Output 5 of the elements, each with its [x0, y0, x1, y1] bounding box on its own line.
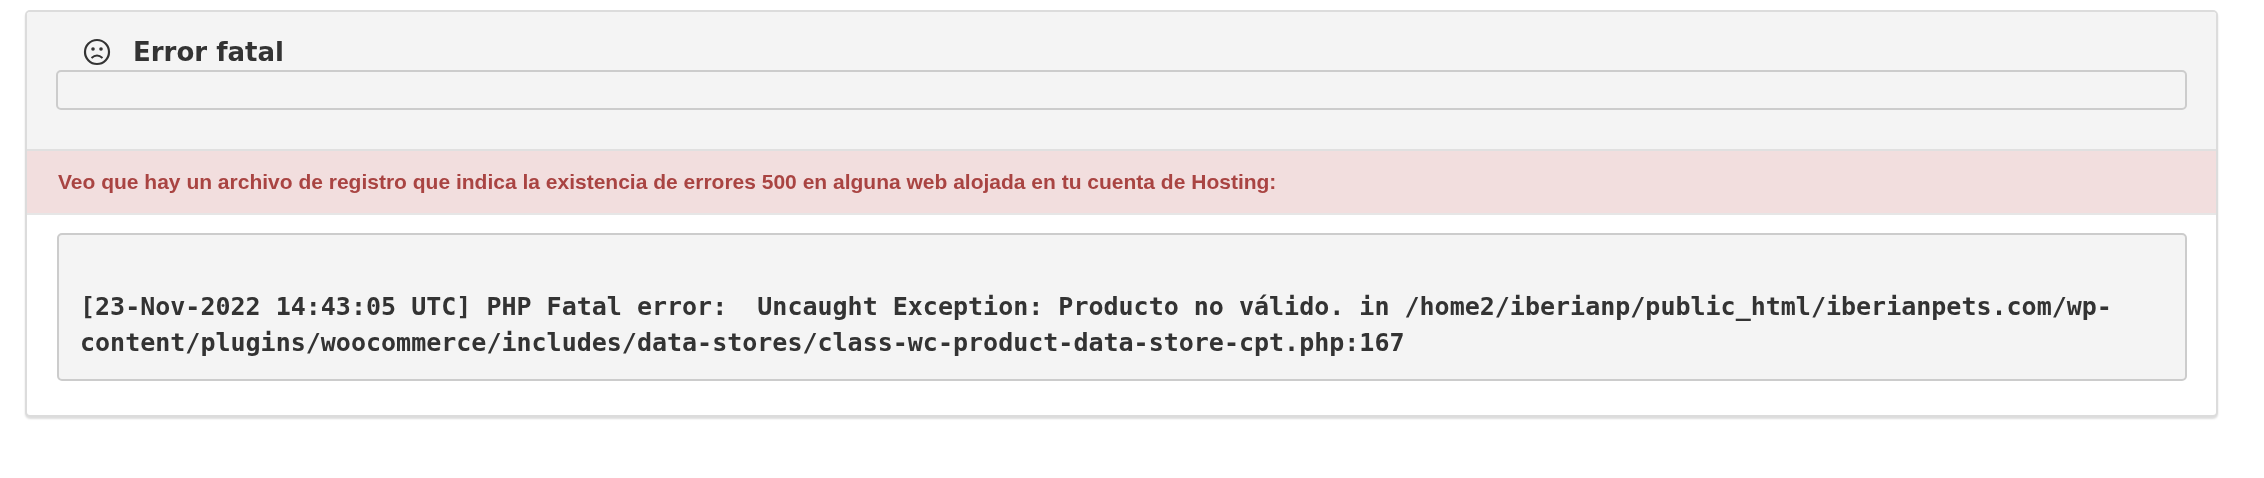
- input-field[interactable]: [56, 70, 2187, 110]
- sad-face-icon: [83, 38, 111, 66]
- alert-message: Veo que hay un archivo de registro que indica la existencia de errores 500 en alguna web alojada en tu cuenta de Hosting:: [27, 151, 2216, 215]
- error-log: [23-Nov-2022 14:43:05 UTC] PHP Fatal error: Uncaught Exception: Producto no válido. in /home2/iberianp/public_html/iberianpets.com/wp-content/plugins/woocommerce/includes/data-stores/class-wc-product-data-store-cpt.php:167: [57, 233, 2187, 381]
- panel-title: Error fatal: [133, 37, 284, 67]
